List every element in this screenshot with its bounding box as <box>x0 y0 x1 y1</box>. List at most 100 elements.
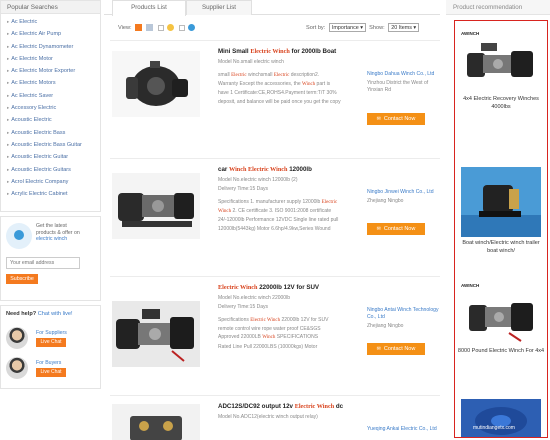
product-image[interactable] <box>112 173 200 239</box>
winch-photo <box>112 173 200 239</box>
suppliers-label: For Suppliers <box>36 329 67 336</box>
caret-right-icon: ▸ <box>7 166 10 172</box>
supplier-name[interactable]: Ningbo Jinwei Winch Co., Ltd <box>367 189 445 196</box>
caret-right-icon: ▸ <box>7 31 10 37</box>
show-select[interactable]: 20 Items ▾ <box>388 23 420 32</box>
popular-searches-title: Popular Searches <box>1 1 100 14</box>
caret-right-icon: ▸ <box>7 55 10 61</box>
product-listing: Products List Supplier List View: Sort b… <box>104 0 440 440</box>
listing-tabs: Products List Supplier List <box>104 0 440 16</box>
supplier-name[interactable]: Ningbo Dahua Winch Co., Ltd <box>367 71 445 78</box>
contact-now-button[interactable]: Contact Now <box>367 223 425 235</box>
product-image[interactable] <box>112 51 200 117</box>
supplier-location: Zhejiang Ningbo <box>367 323 404 329</box>
product-model: Model No.electric winch 22000lb <box>218 295 290 301</box>
view-label: View: <box>118 24 132 31</box>
recommendation-item[interactable]: Boat winch/Electric winch trailer boat w… <box>457 167 545 255</box>
filter-checkbox[interactable] <box>158 24 165 31</box>
supplier-info: Ningbo Jinwei Winch Co., Ltd Zhejiang Ni… <box>367 189 445 235</box>
product-recommendation: Product recommendation AWINCH 4x4 Electr… <box>446 0 550 440</box>
contact-now-button[interactable]: Contact Now <box>367 343 425 355</box>
product-info: Mini Small Electric Winch for 2000lb Boa… <box>218 47 368 106</box>
relay-photo <box>112 404 200 440</box>
category-link[interactable]: ▸ Ac Electric Air Pump <box>1 28 100 40</box>
supplier-info: Yueqing Ankai Electric Co., Ltd <box>367 426 445 433</box>
category-link[interactable]: ▸ Ac Electric Motor Exporter <box>1 65 100 77</box>
recommendation-image[interactable]: AWINCH <box>461 31 541 93</box>
category-link[interactable]: ▸ Acoustic Electric Bass Guitar <box>1 139 100 151</box>
category-link[interactable]: ▸ Ac Electric Motor <box>1 53 100 65</box>
recommendation-image[interactable]: AWINCH <box>461 283 541 345</box>
recommendation-list: AWINCH 4x4 Electric Recovery Winches 400… <box>454 20 548 438</box>
live-chat-buyers-button[interactable]: Live Chat <box>36 367 66 377</box>
supplier-location: Zhejiang Ningbo <box>367 198 404 204</box>
recommendation-title-link[interactable]: 8000 Pound Electric Winch For 4x4 <box>457 348 545 356</box>
recommendation-title-link[interactable]: Boat winch/Electric winch trailer boat w… <box>457 240 545 255</box>
recommendation-title: Product recommendation <box>446 0 550 15</box>
subscribe-button[interactable]: Subscribe <box>6 274 38 284</box>
recommendation-item[interactable]: AWINCH 8000 Pound Electric Winch For 4x4 <box>457 283 545 356</box>
product-title[interactable]: Electric Winch 22000lb 12V for SUV <box>218 283 368 292</box>
recommendation-item[interactable]: AWINCH 4x4 Electric Recovery Winches 400… <box>457 31 545 111</box>
product-title[interactable]: car Winch Electric Winch 12000lb <box>218 165 368 174</box>
caret-right-icon: ▸ <box>7 129 10 135</box>
list-view-icon[interactable] <box>135 24 143 31</box>
support-agent-avatar <box>6 327 28 349</box>
category-link[interactable]: ▸ Ac Electric <box>1 16 100 28</box>
alert-text: Get the latest products & offer on elect… <box>36 223 80 243</box>
verified-icon <box>187 24 195 31</box>
recommendation-item[interactable]: mutindiangetx.com <box>457 399 545 437</box>
supplier-location: Yinzhou District the West of Yinxian Rd <box>367 80 429 93</box>
brand-label: AWINCH <box>461 283 480 288</box>
supplier-name[interactable]: Ningbo Antai Winch Technology Co., Ltd <box>367 307 445 321</box>
product-title[interactable]: ADC12S/DC92 output 12v Electric Winch dc <box>218 402 368 411</box>
category-link[interactable]: ▸ Ac Electric Motors <box>1 77 100 89</box>
grid-view-icon[interactable] <box>145 24 153 31</box>
product-row: ADC12S/DC92 output 12v Electric Winch dc… <box>110 395 440 440</box>
caret-right-icon: ▸ <box>7 19 10 24</box>
supplier-info: Ningbo Antai Winch Technology Co., Ltd Z… <box>367 307 445 355</box>
recommendation-image[interactable]: mutindiangetx.com <box>461 399 541 437</box>
category-link[interactable]: ▸ Acoustic Electric <box>1 114 100 126</box>
support-agent-avatar <box>6 357 28 379</box>
help-buyers-row: For Buyers Live Chat <box>6 357 95 379</box>
product-image[interactable] <box>112 404 200 440</box>
category-link[interactable]: ▸ Ac Electric Saver <box>1 90 100 102</box>
product-image[interactable] <box>112 301 200 367</box>
product-row: car Winch Electric Winch 12000lb Model N… <box>110 158 440 274</box>
sort-select[interactable]: Importance ▾ <box>328 23 367 32</box>
category-link[interactable]: ▸ Acoustic Electric Guitar <box>1 151 100 163</box>
live-chat-suppliers-button[interactable]: Live Chat <box>36 337 66 347</box>
help-box: Need help? Chat with live! For Suppliers… <box>0 305 101 389</box>
delivery-time: Delivery Time:15 Days <box>218 186 269 192</box>
category-list: ▸ Ac Electric ▸ Ac Electric Air Pump ▸ Ac E… <box>1 14 100 211</box>
caret-right-icon: ▸ <box>7 92 10 98</box>
alert-keyword-link[interactable]: electric winch <box>36 236 80 243</box>
tab-supplier-list[interactable]: Supplier List <box>186 0 252 15</box>
recommendation-title-link[interactable]: 4x4 Electric Recovery Winches 4000lbs <box>457 96 545 111</box>
category-link[interactable]: ▸ Acoustic Electric Guitars <box>1 164 100 176</box>
supplier-info: Ningbo Dahua Winch Co., Ltd Yinzhou Dist… <box>367 71 445 125</box>
filter-checkbox[interactable] <box>179 24 186 31</box>
product-info: car Winch Electric Winch 12000lb Model N… <box>218 165 368 233</box>
product-title[interactable]: Mini Small Electric Winch for 2000lb Boa… <box>218 47 368 56</box>
caret-right-icon: ▸ <box>7 141 10 147</box>
tab-products-list[interactable]: Products List <box>112 0 186 16</box>
chat-live-link[interactable]: Chat with live! <box>38 311 73 317</box>
email-field[interactable] <box>6 257 80 269</box>
image-watermark: mutindiangetx.com <box>473 425 515 431</box>
caret-right-icon: ▸ <box>7 191 10 197</box>
category-link[interactable]: ▸ Acoustic Electric Bass <box>1 127 100 139</box>
product-description: small Electric winchsmall Electric descr… <box>218 72 341 105</box>
category-link[interactable]: ▸ Acrol Electric Company <box>1 176 100 188</box>
recommendation-image[interactable] <box>461 167 541 237</box>
category-link[interactable]: ▸ Acrylic Electric Cabinet <box>1 188 100 200</box>
caret-right-icon: ▸ <box>7 43 10 49</box>
contact-now-button[interactable]: Contact Now <box>367 113 425 125</box>
supplier-name[interactable]: Yueqing Ankai Electric Co., Ltd <box>367 426 445 433</box>
category-link[interactable]: ▸ Accessory Electric <box>1 102 100 114</box>
left-sidebar: Popular Searches ▸ Ac Electric ▸ Ac Electr… <box>0 0 101 440</box>
category-link[interactable]: ▸ Ac Electric Dynamometer <box>1 41 100 53</box>
caret-right-icon: ▸ <box>7 117 10 123</box>
alert-bell-icon <box>6 223 32 249</box>
